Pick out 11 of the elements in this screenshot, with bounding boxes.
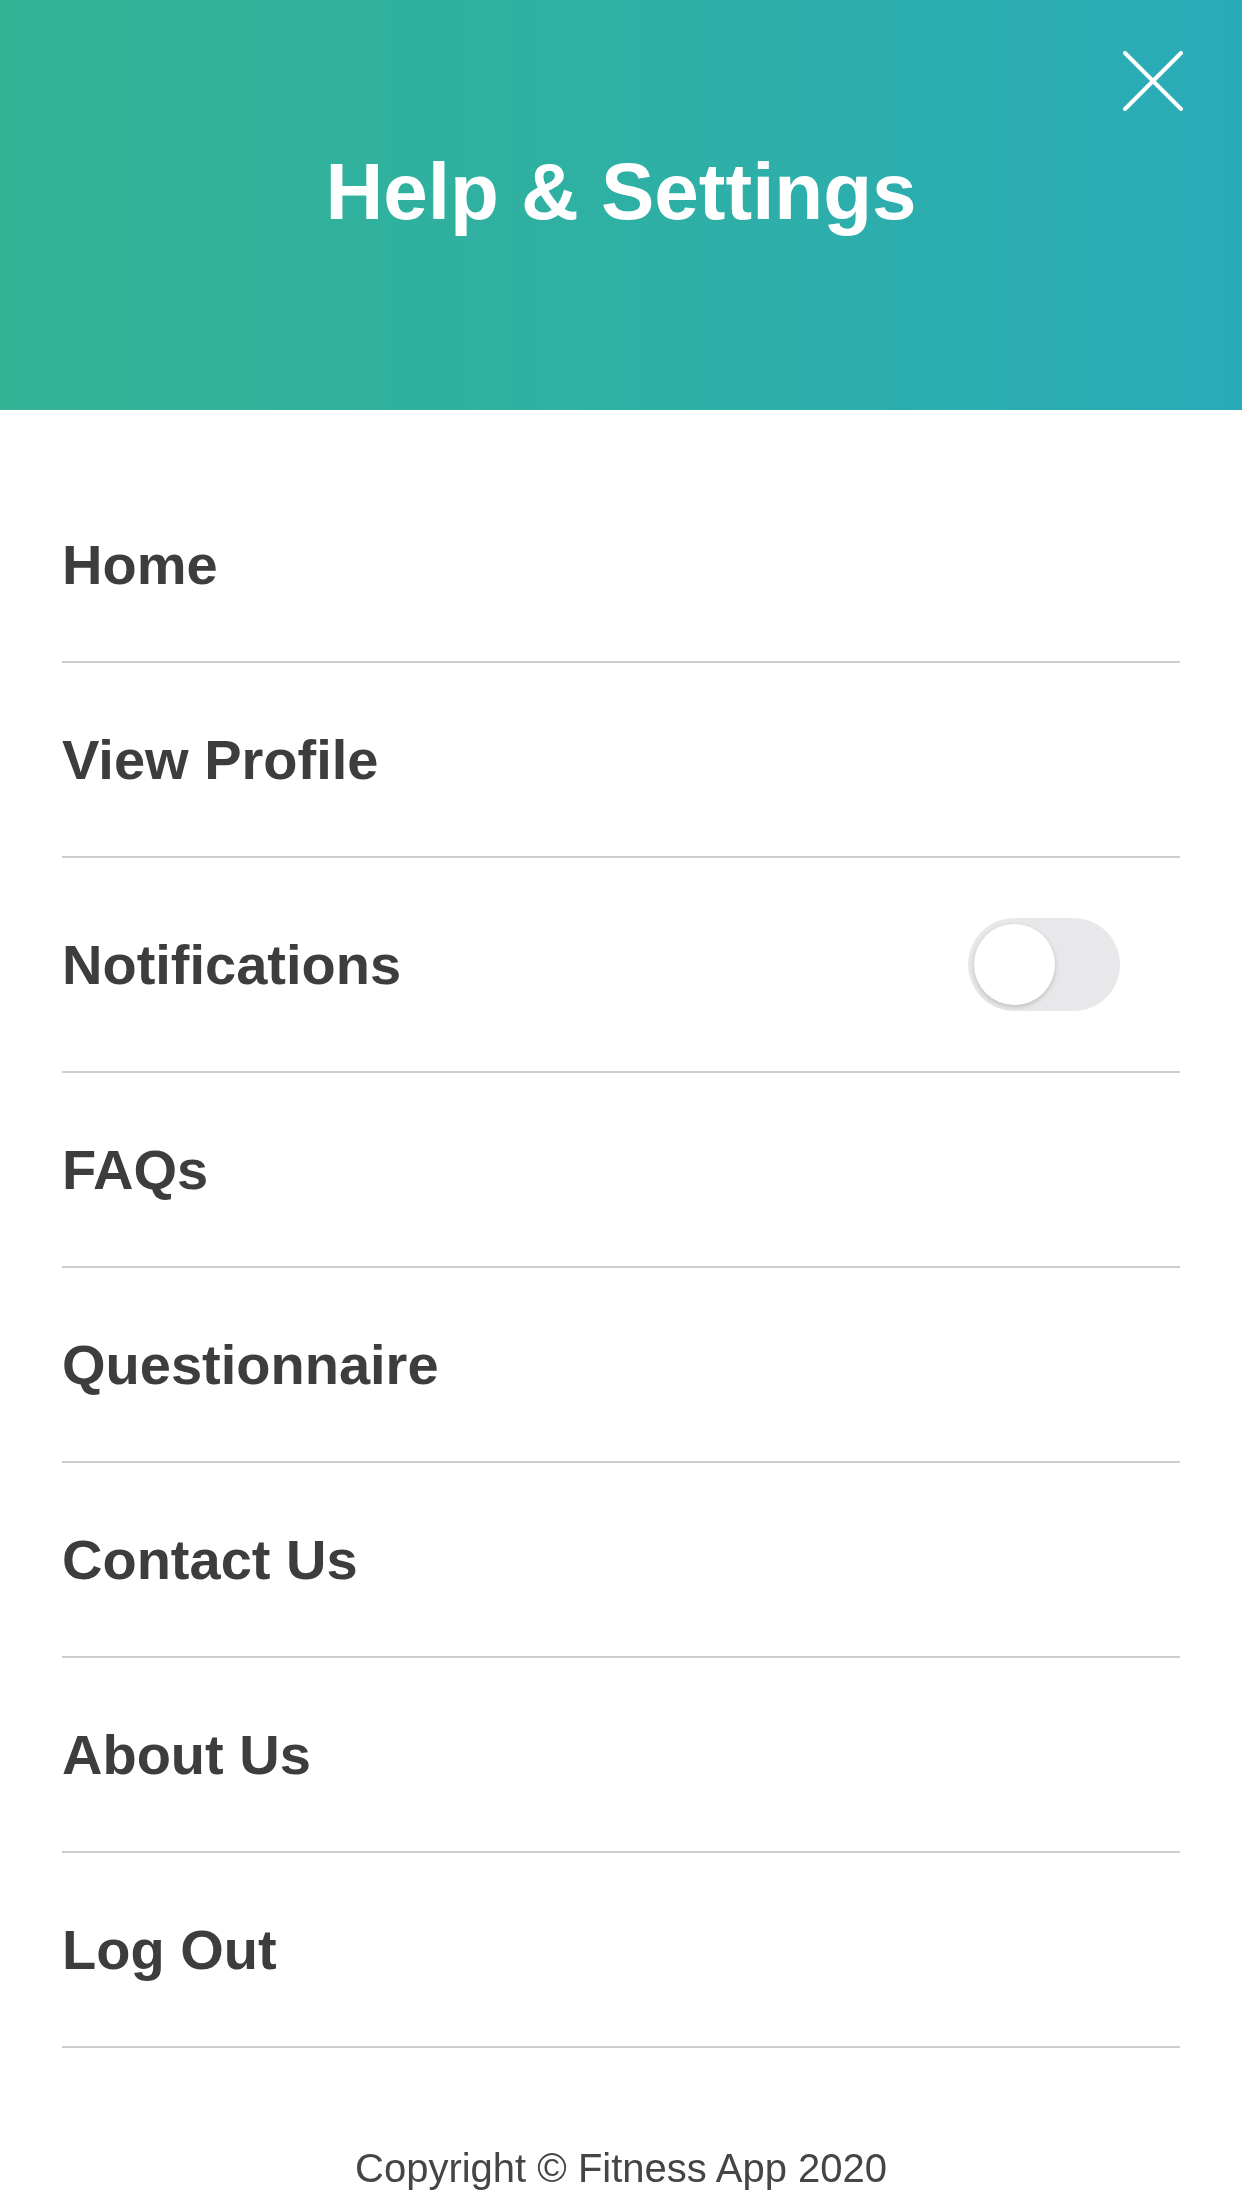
menu-item[interactable]: Log Out xyxy=(62,1853,1180,2048)
menu-item-label: Notifications xyxy=(62,932,402,997)
copyright-text: Copyright © Fitness App 2020 xyxy=(355,2145,887,2192)
page-title: Help & Settings xyxy=(325,146,917,238)
menu-item[interactable]: FAQs xyxy=(62,1073,1180,1268)
close-icon[interactable] xyxy=(1123,51,1183,111)
menu-item[interactable]: Contact Us xyxy=(62,1463,1180,1658)
menu-item[interactable]: About Us xyxy=(62,1658,1180,1853)
menu-item[interactable]: View Profile xyxy=(62,663,1180,858)
menu-item[interactable]: Home xyxy=(62,468,1180,663)
menu-item[interactable]: Questionnaire xyxy=(62,1268,1180,1463)
